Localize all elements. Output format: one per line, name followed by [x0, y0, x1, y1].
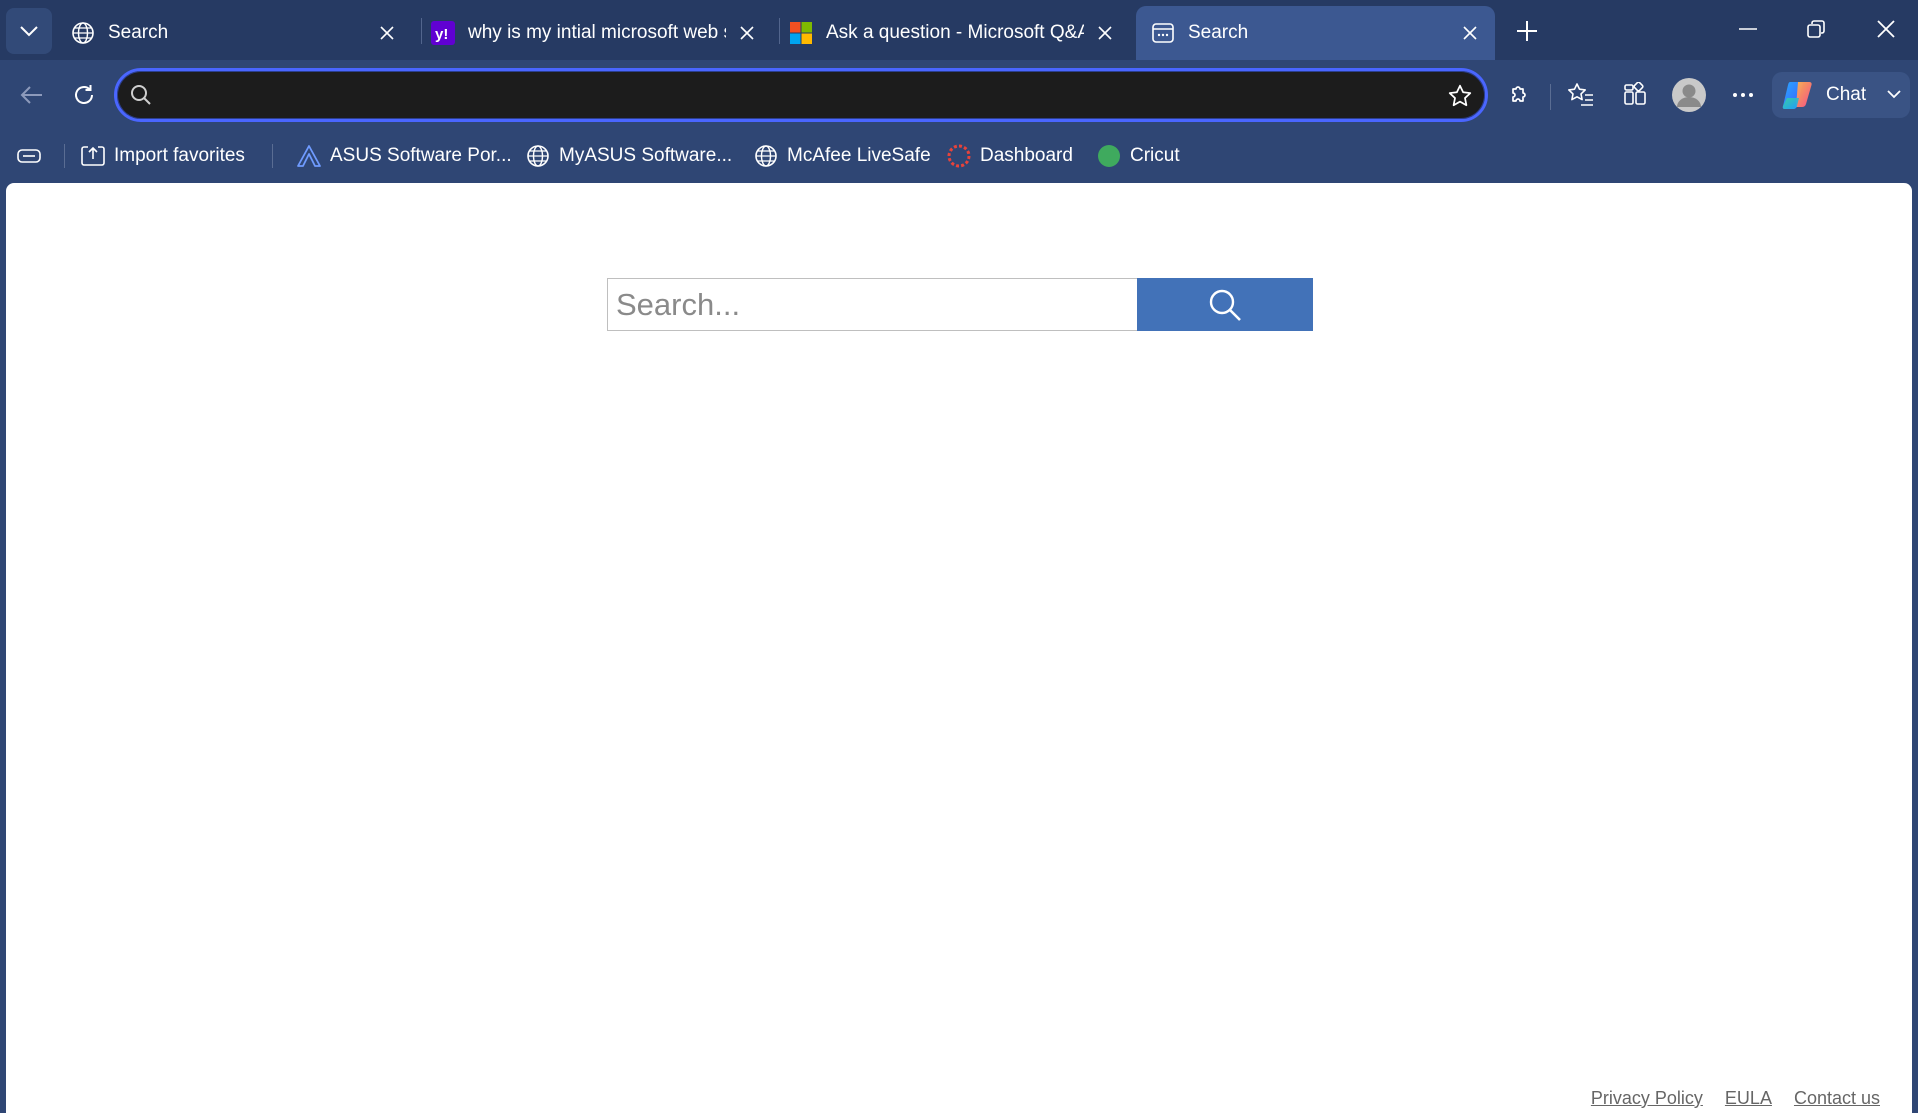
favorites-list-icon [1567, 82, 1595, 108]
tab-title: Search [108, 22, 169, 43]
collections-icon [1622, 82, 1648, 108]
close-tab-icon[interactable] [1457, 20, 1483, 46]
chevron-down-icon[interactable] [1886, 85, 1902, 103]
page-viewport: Privacy Policy EULA Contact us [6, 183, 1912, 1113]
tab-title: why is my intial microsoft web sear [468, 22, 726, 43]
close-window-button[interactable] [1856, 6, 1916, 52]
arrow-left-icon [19, 85, 43, 105]
favorite-label: Import favorites [114, 145, 245, 166]
cricut-icon [1096, 143, 1122, 169]
favorite-asus-software-portal[interactable]: ASUS Software Por... [296, 137, 512, 175]
toolbar-separator [1550, 84, 1551, 110]
favorite-label: McAfee LiveSafe [787, 145, 931, 166]
close-tab-icon[interactable] [1092, 20, 1118, 46]
minimize-button[interactable] [1718, 6, 1778, 52]
favorite-dashboard[interactable]: Dashboard [946, 137, 1073, 175]
eula-link[interactable]: EULA [1725, 1088, 1772, 1109]
globe-icon [753, 143, 779, 169]
favorite-label: Dashboard [980, 145, 1073, 166]
close-tab-icon[interactable] [374, 20, 400, 46]
avatar [1671, 77, 1707, 113]
favorites-button[interactable] [1558, 72, 1604, 118]
vertical-tabs-icon [16, 143, 42, 169]
puzzle-icon [1506, 82, 1532, 108]
yahoo-icon: y! [430, 20, 456, 46]
copilot-chat-label: Chat [1826, 84, 1867, 105]
tab-microsoft-qa[interactable]: Ask a question - Microsoft Q&A [774, 6, 1130, 60]
favorites-separator [272, 144, 273, 168]
favorite-label: Cricut [1130, 145, 1180, 166]
search-icon [1207, 287, 1243, 323]
favorite-mcafee-livesafe[interactable]: McAfee LiveSafe [753, 137, 931, 175]
collections-button[interactable] [1612, 72, 1658, 118]
extensions-button[interactable] [1496, 72, 1542, 118]
profile-button[interactable] [1666, 72, 1712, 118]
page-icon [1150, 20, 1176, 46]
copilot-chat-button[interactable]: Chat [1772, 72, 1910, 118]
tab-search[interactable]: Search [56, 6, 412, 60]
plus-icon [1516, 20, 1538, 42]
asus-icon [296, 143, 322, 169]
add-favorite-star-icon[interactable] [1445, 81, 1475, 111]
tab-actions-menu-button[interactable] [6, 8, 52, 54]
refresh-button[interactable] [61, 72, 107, 118]
favorites-separator [64, 144, 65, 168]
tab-title: Search [1188, 22, 1249, 43]
copilot-icon [1782, 80, 1814, 110]
chevron-down-icon [19, 25, 39, 37]
tab-search-active[interactable]: Search [1136, 6, 1495, 60]
dashboard-icon [946, 143, 972, 169]
refresh-icon [72, 83, 96, 107]
svg-text:y!: y! [435, 26, 448, 43]
globe-icon [70, 20, 96, 46]
favorite-cricut[interactable]: Cricut [1096, 137, 1180, 175]
favorite-label: ASUS Software Por... [330, 145, 512, 166]
globe-icon [525, 143, 551, 169]
close-tab-icon[interactable] [734, 20, 760, 46]
address-input[interactable] [163, 77, 1403, 113]
favorite-myasus-software[interactable]: MyASUS Software... [525, 137, 732, 175]
microsoft-icon [788, 20, 814, 46]
new-tab-button[interactable] [1508, 12, 1546, 50]
favorite-label: MyASUS Software... [559, 145, 733, 166]
search-button[interactable] [1137, 278, 1313, 331]
restore-button[interactable] [1786, 6, 1846, 52]
contact-us-link[interactable]: Contact us [1794, 1088, 1880, 1109]
page-footer: Privacy Policy EULA Contact us [1591, 1088, 1880, 1109]
import-favorites-icon [80, 143, 106, 169]
search-input[interactable] [607, 278, 1137, 331]
tab-title: Ask a question - Microsoft Q&A [826, 22, 1084, 43]
restore-icon [1807, 20, 1825, 38]
minimize-icon [1739, 28, 1757, 30]
settings-more-button[interactable] [1720, 72, 1766, 118]
tab-actions-icon-button[interactable] [16, 137, 50, 175]
address-bar[interactable] [114, 68, 1488, 122]
search-form [607, 278, 1313, 331]
favorite-import-favorites[interactable]: Import favorites [80, 137, 245, 175]
privacy-policy-link[interactable]: Privacy Policy [1591, 1088, 1703, 1109]
close-icon [1877, 20, 1895, 38]
search-icon [129, 83, 153, 107]
tab-yahoo-search[interactable]: y! why is my intial microsoft web sear [416, 6, 772, 60]
back-button[interactable] [8, 72, 54, 118]
more-horizontal-icon [1732, 92, 1754, 98]
